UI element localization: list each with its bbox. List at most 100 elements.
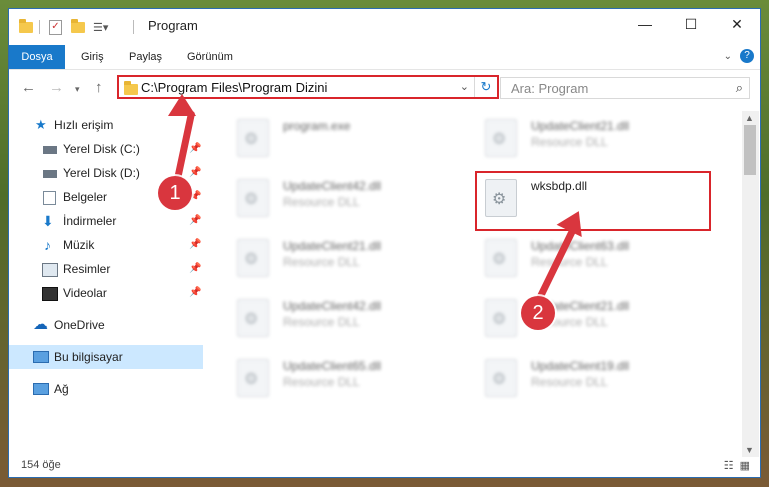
file-name: UpdateClient42.dll: [283, 299, 382, 313]
drive-icon: [43, 170, 57, 178]
forward-icon[interactable]: →: [49, 79, 64, 96]
back-icon[interactable]: ←: [21, 79, 36, 96]
cloud-icon: ☁: [33, 316, 48, 333]
file-name: program.exe: [283, 119, 351, 133]
scroll-down-icon[interactable]: ▼: [745, 445, 754, 455]
star-icon: ★: [35, 117, 47, 132]
download-icon: ⬇: [42, 213, 54, 229]
sidebar-item-label: Belgeler: [63, 190, 108, 204]
chevron-down-icon[interactable]: ⌄: [460, 80, 469, 93]
file-item[interactable]: UpdateClient42.dll Resource DLL: [225, 293, 455, 341]
pictures-icon: [42, 263, 58, 277]
properties-icon[interactable]: ✓: [49, 19, 62, 35]
scrollbar[interactable]: ▲ ▼: [742, 111, 759, 457]
sidebar-item-label: Resimler: [63, 262, 111, 276]
file-item[interactable]: UpdateClient21.dll Resource DLL: [473, 113, 703, 161]
dll-file-icon: [485, 359, 517, 397]
file-list: program.exe UpdateClient21.dll Resource …: [205, 111, 740, 441]
explorer-window: ✓ ☰▾ Program — ☐ ✕ Dosya Giriş Paylaş Gö…: [8, 8, 761, 478]
file-item[interactable]: UpdateClient21.dll Resource DLL: [473, 293, 703, 341]
pin-icon[interactable]: 📌: [189, 161, 201, 185]
folder-icon: [19, 18, 33, 33]
file-item[interactable]: UpdateClient65.dll Resource DLL: [225, 353, 455, 401]
minimize-button[interactable]: —: [622, 9, 668, 39]
sidebar-item-network[interactable]: Ağ: [9, 377, 203, 401]
arrow-head-1: [168, 94, 196, 116]
pin-icon[interactable]: 📌: [189, 209, 201, 233]
sidebar-item-label: OneDrive: [54, 318, 105, 332]
network-icon: [33, 383, 49, 395]
pin-icon[interactable]: 📌: [189, 281, 201, 305]
ribbon: Dosya Giriş Paylaş Görünüm ⌄ ?: [9, 45, 760, 70]
pin-icon[interactable]: 📌: [189, 137, 201, 161]
expand-ribbon-icon[interactable]: ⌄: [724, 51, 732, 62]
dll-file-icon: [237, 299, 269, 337]
tab-home[interactable]: Giriş: [81, 45, 104, 69]
new-folder-icon[interactable]: [71, 18, 85, 33]
sidebar-item-label: Yerel Disk (D:): [63, 166, 140, 180]
file-item[interactable]: program.exe: [225, 113, 455, 161]
exe-file-icon: [237, 119, 269, 157]
customize-toolbar-icon[interactable]: ☰▾: [93, 19, 108, 35]
file-name: UpdateClient19.dll: [531, 359, 630, 373]
search-icon: ⌕: [735, 80, 743, 95]
help-icon[interactable]: ?: [740, 49, 754, 63]
file-name: UpdateClient21.dll: [531, 119, 630, 133]
file-description: Resource DLL: [283, 375, 360, 389]
file-description: Resource DLL: [283, 315, 360, 329]
sidebar-item-this-pc[interactable]: Bu bilgisayar: [9, 345, 203, 369]
large-icons-view-icon[interactable]: ▦: [740, 459, 750, 472]
refresh-icon[interactable]: ↻: [474, 77, 497, 97]
file-item[interactable]: UpdateClient63.dll Resource DLL: [473, 233, 703, 281]
computer-icon: [33, 351, 49, 363]
file-item[interactable]: UpdateClient21.dll Resource DLL: [225, 233, 455, 281]
highlight-box: [475, 171, 711, 231]
dll-file-icon: [237, 359, 269, 397]
up-icon[interactable]: ↑: [95, 79, 103, 96]
file-name: UpdateClient65.dll: [283, 359, 382, 373]
tab-view[interactable]: Görünüm: [187, 45, 233, 69]
file-item[interactable]: UpdateClient42.dll Resource DLL: [225, 173, 455, 221]
music-icon: ♪: [44, 237, 51, 253]
sidebar-item-drive-c[interactable]: Yerel Disk (C:) 📌: [9, 137, 203, 161]
details-view-icon[interactable]: ☷: [724, 459, 734, 472]
tab-file[interactable]: Dosya: [9, 45, 65, 69]
sidebar-item-label: Bu bilgisayar: [54, 350, 123, 364]
search-input[interactable]: Ara: Program ⌕: [500, 77, 750, 99]
step-badge-2: 2: [521, 296, 555, 330]
dll-file-icon: [485, 119, 517, 157]
navigation-bar: ← → ▾ ↑ C:\Program Files\Program Dizini …: [9, 73, 760, 103]
divider: [133, 20, 134, 34]
sidebar-item-label: Hızlı erişim: [54, 118, 114, 132]
file-description: Resource DLL: [531, 135, 608, 149]
divider: [39, 20, 40, 34]
sidebar-item-downloads[interactable]: ⬇ İndirmeler 📌: [9, 209, 203, 233]
file-name: UpdateClient63.dll: [531, 239, 630, 253]
sidebar-item-music[interactable]: ♪ Müzik 📌: [9, 233, 203, 257]
pin-icon[interactable]: 📌: [189, 233, 201, 257]
file-description: Resource DLL: [531, 255, 608, 269]
sidebar-item-videos[interactable]: Videolar 📌: [9, 281, 203, 305]
videos-icon: [42, 287, 58, 301]
sidebar-item-label: Müzik: [63, 238, 95, 252]
title-bar: ✓ ☰▾ Program — ☐ ✕: [9, 9, 760, 43]
scroll-thumb[interactable]: [744, 125, 756, 175]
tab-share[interactable]: Paylaş: [129, 45, 162, 69]
maximize-button[interactable]: ☐: [668, 9, 714, 39]
scroll-up-icon[interactable]: ▲: [745, 113, 754, 123]
step-badge-1: 1: [158, 176, 192, 210]
file-description: Resource DLL: [531, 375, 608, 389]
file-item[interactable]: UpdateClient19.dll Resource DLL: [473, 353, 703, 401]
sidebar-item-pictures[interactable]: Resimler 📌: [9, 257, 203, 281]
dll-file-icon: [237, 179, 269, 217]
status-bar: 154 öğe ☷ ▦: [9, 455, 760, 477]
pin-icon[interactable]: 📌: [189, 257, 201, 281]
sidebar-item-quick-access[interactable]: ★ Hızlı erişim: [9, 113, 203, 137]
address-path: C:\Program Files\Program Dizini: [141, 80, 328, 95]
recent-locations-icon[interactable]: ▾: [75, 84, 80, 95]
window-title: Program: [148, 18, 198, 33]
sidebar-item-onedrive[interactable]: ☁ OneDrive: [9, 313, 203, 337]
item-count: 154 öğe: [21, 459, 61, 471]
close-button[interactable]: ✕: [714, 9, 760, 39]
search-placeholder: Ara: Program: [511, 81, 589, 96]
